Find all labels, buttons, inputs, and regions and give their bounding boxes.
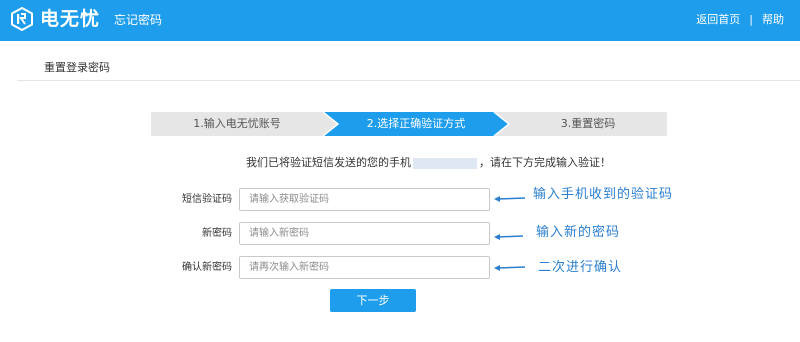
logo-text: 电无忧 (40, 8, 101, 30)
top-links: 返回首页 | 帮助 (696, 12, 784, 28)
arrow-left-icon (494, 196, 526, 202)
header-subtitle: 忘记密码 (114, 13, 163, 27)
confirm-password-input[interactable] (239, 256, 490, 279)
step-3: 3.重置密码 (560, 117, 616, 130)
arrow-left-icon (494, 265, 526, 271)
arrow-left-icon (494, 234, 524, 240)
notice-text-after: ，请在下方完成输入验证！ (479, 156, 611, 169)
step-1: 1.输入电无忧账号 (193, 117, 281, 130)
new-password-input[interactable] (239, 222, 490, 245)
annotation-sms: 输入手机收到的验证码 (533, 187, 674, 202)
logo-icon (10, 6, 34, 32)
sms-code-label: 短信验证码 (182, 194, 232, 205)
divider (17, 80, 800, 81)
annotation-confirm-password: 二次进行确认 (538, 260, 623, 275)
step-2-active: 2.选择正确验证方式 (366, 117, 466, 130)
sms-code-input[interactable] (239, 188, 490, 211)
new-password-label: 新密码 (202, 228, 232, 239)
link-separator: | (749, 13, 753, 26)
top-header: 电无忧 忘记密码 返回首页 | 帮助 (0, 0, 800, 41)
annotation-new-password: 输入新的密码 (536, 225, 621, 240)
next-step-button[interactable]: 下一步 (330, 289, 416, 312)
step-progress-bar: 1.输入电无忧账号 2.选择正确验证方式 3.重置密码 (151, 112, 667, 136)
confirm-password-label: 确认新密码 (182, 262, 232, 273)
notice-text-before: 我们已将验证短信发送的您的手机 (246, 156, 411, 169)
help-link[interactable]: 帮助 (762, 12, 784, 28)
page-title: 重置登录密码 (44, 61, 110, 74)
home-link[interactable]: 返回首页 (696, 12, 740, 28)
masked-phone-number (413, 157, 477, 169)
sms-notice: 我们已将验证短信发送的您的手机 ，请在下方完成输入验证！ (246, 156, 611, 170)
logo[interactable]: 电无忧 (10, 6, 101, 32)
